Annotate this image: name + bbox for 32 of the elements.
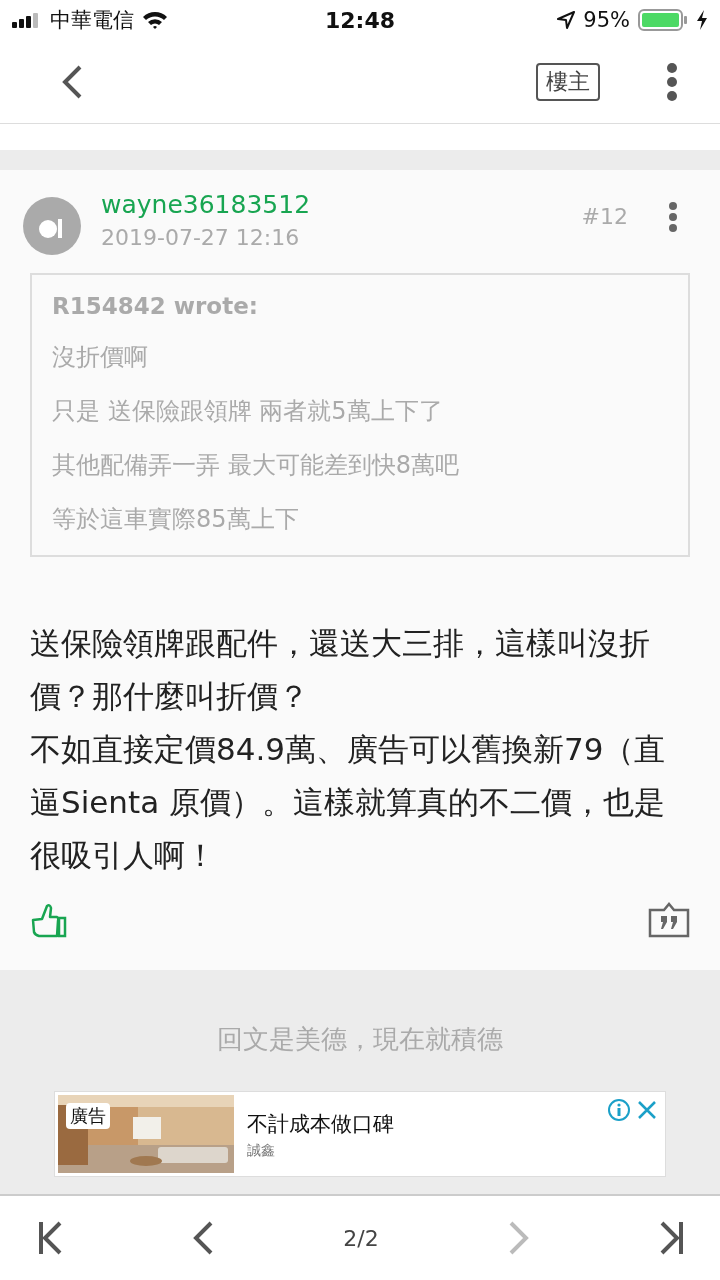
location-arrow-icon	[557, 11, 576, 29]
first-page-icon[interactable]	[38, 1220, 64, 1256]
carrier-name: 中華電信	[50, 7, 134, 34]
ad-card[interactable]: 廣告 不計成本做口碑 誠鑫	[54, 1091, 666, 1177]
info-icon[interactable]	[607, 1098, 631, 1122]
quote-reply-icon[interactable]	[648, 902, 690, 938]
ad-title: 不計成本做口碑	[247, 1111, 394, 1138]
reply-prompt: 回文是美德，現在就積德	[217, 1023, 503, 1056]
close-icon[interactable]	[637, 1100, 657, 1120]
back-icon[interactable]	[60, 63, 84, 100]
post-text: 不如直接定價84.9萬、廣告可以舊換新79（直逼Sienta 原價）。這樣就算真的不二價，也是很吸引人啊！	[30, 730, 667, 875]
advertiser: 誠鑫	[247, 1142, 276, 1160]
quote-line: 沒折價啊	[52, 342, 149, 373]
ad-label: 廣告	[66, 1103, 110, 1129]
wifi-icon	[142, 10, 168, 30]
thumbs-up-icon[interactable]	[30, 902, 68, 940]
charging-bolt-icon	[696, 10, 708, 30]
post-date: 2019-07-27 12:16	[101, 225, 301, 250]
floor-number: #12	[581, 204, 628, 229]
quote-author: R154842 wrote:	[52, 293, 259, 319]
op-filter-button[interactable]: 樓主	[536, 62, 600, 101]
quote-line: 等於這車實際85萬上下	[52, 504, 300, 535]
clock-time: 12:48	[325, 7, 395, 33]
post-text: 送保險領牌跟配件，還送大三排，這樣叫沒折價？那什麼叫折價？	[30, 624, 651, 716]
more-icon[interactable]	[666, 61, 678, 102]
battery-icon	[638, 9, 688, 31]
quote-line: 只是 送保險跟領牌 兩者就5萬上下了	[52, 396, 444, 427]
quote-line: 其他配備弄一弄 最大可能差到快8萬吧	[52, 450, 460, 481]
avatar	[23, 197, 81, 255]
page-indicator: 2/2	[343, 1225, 379, 1251]
battery-percent: 95%	[583, 8, 630, 32]
more-icon[interactable]	[668, 202, 678, 232]
